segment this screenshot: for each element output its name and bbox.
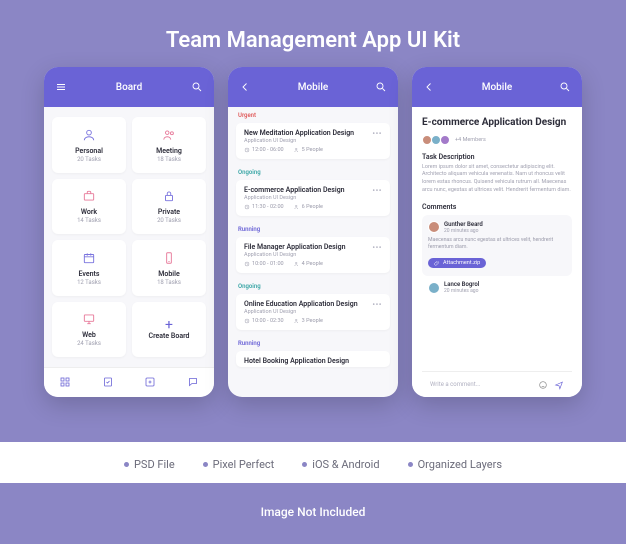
avatar — [428, 282, 440, 294]
more-icon[interactable]: ••• — [372, 186, 382, 195]
back-icon[interactable] — [238, 80, 252, 94]
emoji-icon[interactable] — [538, 375, 548, 394]
task-card[interactable]: Hotel Booking Application Design — [236, 351, 390, 367]
board-card-web[interactable]: Web 24 Tasks — [52, 302, 126, 358]
comment-row: Lance Bogrol 20 minutes ago — [422, 281, 572, 294]
nav-chat-icon[interactable] — [187, 373, 199, 392]
comment-card: Gunther Beard 20 minutes ago Maecenas ar… — [422, 215, 572, 277]
bottom-nav — [44, 367, 214, 397]
board-card-personal[interactable]: Personal 20 Tasks — [52, 117, 126, 173]
monitor-icon — [81, 311, 97, 327]
comments-label: Comments — [422, 203, 572, 211]
section-ongoing: Ongoing — [228, 164, 398, 178]
board-grid: Personal 20 Tasks Meeting 18 Tasks Work … — [44, 107, 214, 367]
nav-add-icon[interactable] — [144, 373, 156, 392]
board-card-private[interactable]: Private 20 Tasks — [132, 179, 206, 235]
comment-time: 20 minutes ago — [444, 288, 479, 294]
send-icon[interactable] — [554, 375, 564, 394]
task-card[interactable]: ••• New Meditation Application Design Ap… — [236, 123, 390, 159]
feature-item: Organized Layers — [408, 458, 502, 471]
clock-icon: 12:00 - 06:00 — [244, 147, 284, 153]
briefcase-icon — [81, 188, 97, 204]
app-header: Mobile — [228, 67, 398, 107]
feature-item: PSD File — [124, 458, 175, 471]
board-card-mobile[interactable]: Mobile 18 Tasks — [132, 240, 206, 296]
plus-icon: + — [165, 318, 173, 332]
comment-input-row: Write a comment... — [422, 371, 572, 397]
board-card-meeting[interactable]: Meeting 18 Tasks — [132, 117, 206, 173]
task-card[interactable]: ••• E-commerce Application Design Applic… — [236, 180, 390, 216]
mockup-row: Board Personal 20 Tasks Meeting 18 Tasks… — [0, 67, 626, 442]
comment-input[interactable]: Write a comment... — [430, 381, 532, 388]
more-icon[interactable]: ••• — [372, 300, 382, 309]
comment-author: Gunther Beard — [444, 221, 483, 228]
board-card-work[interactable]: Work 14 Tasks — [52, 179, 126, 235]
page-title: Team Management App UI Kit — [0, 28, 626, 53]
phone-icon — [161, 250, 177, 266]
attachment-pill[interactable]: Attachment.zip — [428, 258, 486, 268]
comment-time: 20 minutes ago — [444, 228, 483, 234]
members-row[interactable]: +4 Members — [422, 135, 572, 145]
screen-detail: Mobile E-commerce Application Design +4 … — [412, 67, 582, 397]
nav-tasks-icon[interactable] — [102, 373, 114, 392]
section-ongoing-2: Ongoing — [228, 278, 398, 292]
avatar — [428, 221, 440, 233]
search-icon[interactable] — [190, 80, 204, 94]
header-title: Board — [68, 82, 190, 93]
header-title: Mobile — [252, 82, 374, 93]
avatar — [440, 135, 450, 145]
comment-author: Lance Bogrol — [444, 281, 479, 288]
more-icon[interactable]: ••• — [372, 243, 382, 252]
users-icon — [161, 127, 177, 143]
task-list: Urgent ••• New Meditation Application De… — [228, 107, 398, 397]
search-icon[interactable] — [558, 80, 572, 94]
description-label: Task Description — [422, 153, 572, 161]
nav-dashboard-icon[interactable] — [59, 373, 71, 392]
app-header: Board — [44, 67, 214, 107]
create-board-button[interactable]: + Create Board — [132, 302, 206, 358]
footer-text: Image Not Included — [261, 505, 366, 519]
back-icon[interactable] — [422, 80, 436, 94]
paperclip-icon — [434, 260, 440, 266]
feature-item: Pixel Perfect — [203, 458, 275, 471]
footer-band: Image Not Included — [0, 483, 626, 544]
task-card[interactable]: ••• File Manager Application Design Appl… — [236, 237, 390, 273]
board-card-events[interactable]: Events 12 Tasks — [52, 240, 126, 296]
screen-tasks: Mobile Urgent ••• New Meditation Applica… — [228, 67, 398, 397]
lock-icon — [161, 188, 177, 204]
calendar-icon — [81, 250, 97, 266]
menu-icon[interactable] — [54, 80, 68, 94]
more-icon[interactable]: ••• — [372, 129, 382, 138]
section-running-2: Running — [228, 335, 398, 349]
people-icon: 5 People — [294, 147, 323, 153]
comment-body: Maecenas arcu nunc egestas at ultrices v… — [428, 237, 566, 252]
header-title: Mobile — [436, 82, 558, 93]
section-running: Running — [228, 221, 398, 235]
app-header: Mobile — [412, 67, 582, 107]
task-title: E-commerce Application Design — [422, 117, 572, 130]
features-band: PSD File Pixel Perfect iOS & Android Org… — [0, 442, 626, 483]
user-icon — [81, 127, 97, 143]
feature-item: iOS & Android — [302, 458, 379, 471]
promo-header: Team Management App UI Kit — [0, 0, 626, 67]
section-urgent: Urgent — [228, 107, 398, 121]
task-card[interactable]: ••• Online Education Application Design … — [236, 294, 390, 330]
task-detail: E-commerce Application Design +4 Members… — [412, 107, 582, 397]
screen-board: Board Personal 20 Tasks Meeting 18 Tasks… — [44, 67, 214, 397]
search-icon[interactable] — [374, 80, 388, 94]
description-body: Lorem ipsum dolor sit amet, consectetur … — [422, 164, 572, 195]
